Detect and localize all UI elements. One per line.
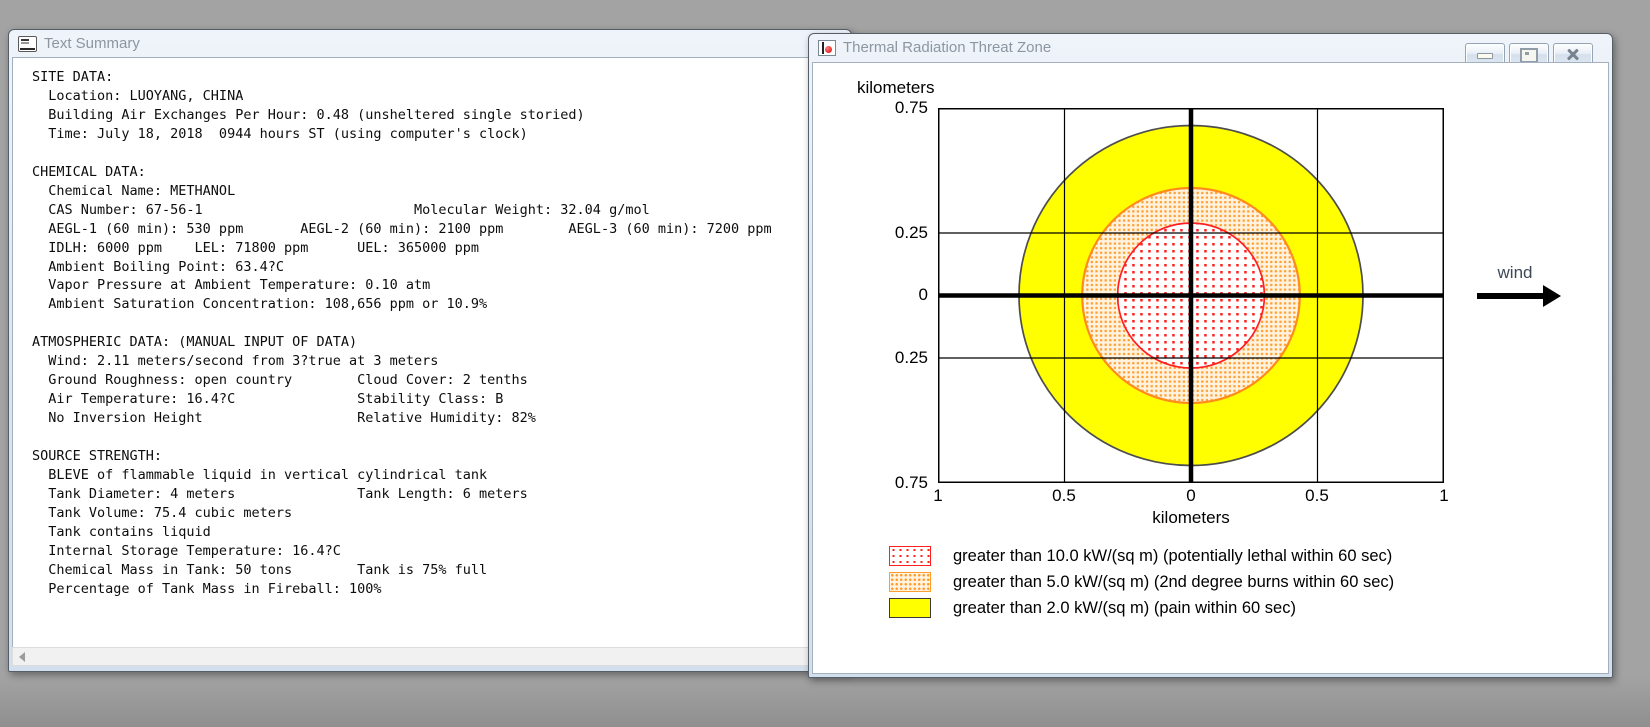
y-tick-label: 0 [918, 285, 928, 304]
x-tick-label: 0 [1186, 486, 1196, 505]
close-icon [1565, 49, 1581, 60]
legend-label: greater than 5.0 kW/(sq m) (2nd degree b… [953, 572, 1395, 591]
desktop: Text Summary SITE DATA: Location: LUOYAN… [0, 0, 1650, 727]
text-summary-window: Text Summary SITE DATA: Location: LUOYAN… [8, 29, 852, 672]
threat-zone-icon [818, 39, 836, 56]
minimize-icon [1477, 53, 1493, 59]
horizontal-scrollbar[interactable] [12, 647, 848, 666]
x-tick-label: 0.5 [1052, 486, 1076, 505]
summary-text: SITE DATA: Location: LUOYANG, CHINA Buil… [32, 69, 772, 597]
legend-item: greater than 5.0 kW/(sq m) (2nd degree b… [889, 571, 1394, 593]
wind-label: wind [1497, 263, 1533, 282]
threat-zone-title: Thermal Radiation Threat Zone [843, 39, 1052, 56]
text-summary-titlebar[interactable]: Text Summary [9, 30, 851, 57]
text-summary-title: Text Summary [44, 35, 140, 52]
plot-gridlines [938, 108, 1444, 483]
text-document-icon [18, 35, 37, 52]
x-tick-label: 1 [933, 486, 943, 505]
legend-swatch-yellow-solid [889, 598, 931, 618]
scroll-left-icon[interactable] [19, 652, 25, 662]
text-summary-content: SITE DATA: Location: LUOYANG, CHINA Buil… [12, 57, 848, 648]
legend-swatch-red-dots [889, 546, 931, 566]
y-tick-label: 0.75 [894, 98, 928, 117]
legend-label: greater than 10.0 kW/(sq m) (potentially… [953, 546, 1393, 565]
x-tick-label: 1 [1439, 486, 1449, 505]
threat-zone-window: Thermal Radiation Threat Zone kilometers… [808, 33, 1613, 678]
x-tick-label: 0.5 [1305, 486, 1329, 505]
legend-label: greater than 2.0 kW/(sq m) (pain within … [953, 598, 1296, 617]
wind-arrow [1477, 293, 1543, 299]
threat-zone-plot [938, 108, 1444, 483]
y-axis-unit-label: kilometers [857, 78, 935, 97]
legend-item: greater than 10.0 kW/(sq m) (potentially… [889, 545, 1392, 567]
legend-swatch-orange-dots [889, 572, 931, 592]
legend-item: greater than 2.0 kW/(sq m) (pain within … [889, 597, 1296, 619]
y-tick-label: 0.25 [894, 348, 928, 367]
y-tick-label: 0.25 [894, 223, 928, 242]
x-axis-unit-label: kilometers [1152, 508, 1230, 527]
wind-arrow-head-icon [1543, 285, 1561, 307]
maximize-icon [1520, 48, 1538, 63]
